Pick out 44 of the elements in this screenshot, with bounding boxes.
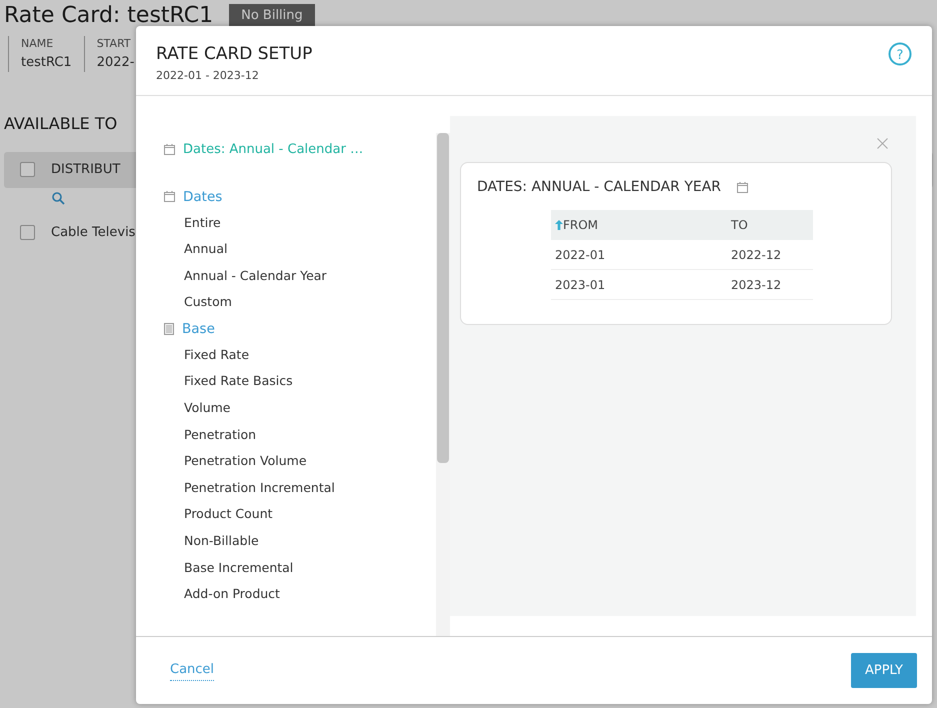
table-cell: 2023-01 [555,278,606,292]
info-value: 2022- [96,54,134,72]
list-item[interactable]: Penetration [184,426,256,442]
document-icon [164,322,174,335]
list-item[interactable]: Product Count [184,506,273,522]
list-item[interactable]: Custom [184,294,232,310]
status-badge: No Billing [229,4,315,28]
list-item[interactable]: Annual [184,241,228,256]
column-header[interactable]: FROM [563,216,598,234]
info-label: NAME [21,36,54,52]
group-label: Dates [183,188,222,206]
list-item[interactable]: Annual - Calendar Year [184,268,327,283]
checkbox[interactable] [20,225,35,240]
card-title: DATES: ANNUAL - CALENDAR YEAR [477,178,722,197]
checkbox[interactable] [20,162,35,178]
calendar-icon [737,182,748,193]
table-cell-text: Cable Televis [51,224,136,242]
search-icon[interactable] [52,192,65,204]
modal-title: RATE CARD SETUP [156,43,312,66]
scrollbar-thumb[interactable] [437,133,449,463]
group-label: Base [182,320,215,339]
table-cell: 2023-12 [731,278,782,292]
list-item[interactable]: Entire [184,214,221,230]
list-item[interactable]: Fixed Rate [184,346,250,362]
info-label: START [96,36,132,52]
list-item[interactable]: Non-Billable [184,533,259,548]
list-item[interactable]: Base Incremental [184,560,294,575]
table-cell: 2022-12 [731,248,782,262]
list-item[interactable]: Volume [184,400,230,416]
calendar-icon [164,191,175,202]
list-item[interactable]: Penetration Volume [184,453,307,468]
list-item[interactable]: Fixed Rate Basics [184,373,293,388]
close-icon[interactable] [877,138,888,149]
table-cell: 2022-01 [555,248,606,262]
page-title: Rate Card: testRC1 [4,4,214,28]
sort-up-icon[interactable] [555,220,563,230]
modal-subtitle: 2022-01 - 2023-12 [156,68,260,84]
list-item[interactable]: Penetration Incremental [184,480,335,495]
column-header[interactable]: DISTRIBUT [51,160,120,180]
column-header[interactable]: TO [731,216,748,234]
calendar-icon [164,144,175,156]
list-item[interactable]: Add-on Product [184,586,280,602]
section-title: AVAILABLE TO [4,113,118,135]
info-value: testRC1 [21,54,72,72]
